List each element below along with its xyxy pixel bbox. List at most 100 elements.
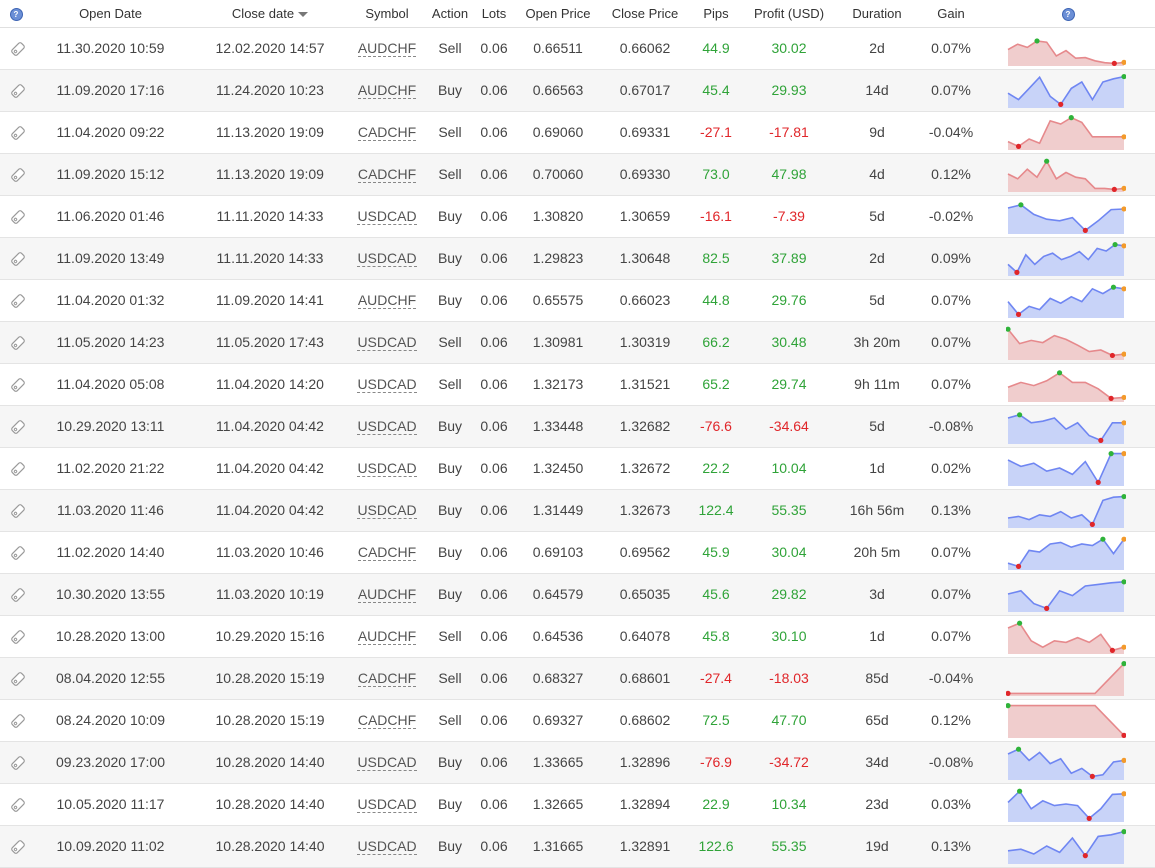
symbol-link[interactable]: USDCAD — [357, 796, 417, 813]
symbol-link[interactable]: USDCAD — [357, 754, 417, 771]
table-row[interactable]: 10.09.2020 11:02 10.28.2020 14:40 USDCAD Bu… — [0, 826, 1155, 868]
tag-icon[interactable] — [9, 712, 27, 730]
symbol-link[interactable]: AUDCHF — [357, 292, 417, 309]
table-row[interactable]: 11.05.2020 14:23 11.05.2020 17:43 USDCAD Se… — [0, 322, 1155, 364]
open-date-cell: 11.05.2020 14:23 — [56, 334, 165, 350]
lots-cell: 0.06 — [480, 670, 508, 686]
tag-icon[interactable] — [9, 40, 27, 58]
table-row[interactable]: 11.02.2020 21:22 11.04.2020 04:42 USDCAD Bu… — [0, 448, 1155, 490]
gain-cell: 0.03% — [931, 796, 971, 812]
table-row[interactable]: 10.28.2020 13:00 10.29.2020 15:16 AUDCHF Se… — [0, 616, 1155, 658]
table-row[interactable]: 11.04.2020 05:08 11.04.2020 14:20 USDCAD Se… — [0, 364, 1155, 406]
tag-icon[interactable] — [9, 292, 27, 310]
tag-icon[interactable] — [9, 250, 27, 268]
gain-cell: 0.07% — [931, 376, 971, 392]
chart-high-point — [1044, 158, 1050, 164]
pips-cell: 72.5 — [702, 712, 730, 728]
open-date-cell: 10.28.2020 13:00 — [56, 628, 165, 644]
tag-icon[interactable] — [9, 754, 27, 772]
symbol-link[interactable]: AUDCHF — [357, 82, 417, 99]
symbol-link[interactable]: USDCAD — [357, 376, 417, 393]
profit-cell: -17.81 — [769, 124, 809, 140]
open-date-cell: 11.30.2020 10:59 — [56, 40, 165, 56]
trade-sparkline — [1007, 788, 1126, 822]
symbol-link[interactable]: USDCAD — [357, 250, 417, 267]
header-close-date[interactable]: Close date — [195, 0, 345, 27]
help-icon[interactable]: ? — [1061, 8, 1075, 22]
lots-cell: 0.06 — [480, 82, 508, 98]
symbol-link[interactable]: CADCHF — [357, 166, 417, 183]
table-row[interactable]: 08.24.2020 10:09 10.28.2020 15:19 CADCHF Se… — [0, 700, 1155, 742]
header-help-cell[interactable]: ? — [0, 0, 32, 27]
pips-cell: -27.4 — [700, 670, 732, 686]
header-lots[interactable]: Lots — [474, 0, 514, 27]
gain-cell: 0.07% — [931, 586, 971, 602]
symbol-link[interactable]: CADCHF — [357, 670, 417, 687]
open-price-cell: 0.66511 — [533, 40, 583, 56]
table-row[interactable]: 11.09.2020 13:49 11.11.2020 14:33 USDCAD Bu… — [0, 238, 1155, 280]
table-row[interactable]: 11.04.2020 09:22 11.13.2020 19:09 CADCHF Se… — [0, 112, 1155, 154]
symbol-link[interactable]: USDCAD — [357, 460, 417, 477]
action-cell: Sell — [438, 712, 462, 728]
symbol-cell: CADCHF — [350, 532, 424, 573]
symbol-link[interactable]: AUDCHF — [357, 40, 417, 57]
profit-cell: 30.48 — [771, 334, 807, 350]
tag-icon[interactable] — [9, 124, 27, 142]
tag-icon[interactable] — [9, 544, 27, 562]
trade-sparkline — [1007, 158, 1126, 192]
tag-icon[interactable] — [9, 166, 27, 184]
symbol-link[interactable]: USDCAD — [357, 208, 417, 225]
header-pips[interactable]: Pips — [688, 0, 744, 27]
symbol-link[interactable]: CADCHF — [357, 544, 417, 561]
symbol-link[interactable]: AUDCHF — [357, 628, 417, 645]
help-icon[interactable]: ? — [9, 8, 23, 22]
table-row[interactable]: 11.02.2020 14:40 11.03.2020 10:46 CADCHF Bu… — [0, 532, 1155, 574]
symbol-cell: USDCAD — [350, 784, 424, 825]
header-close-price[interactable]: Close Price — [604, 0, 686, 27]
table-row[interactable]: 11.04.2020 01:32 11.09.2020 14:41 AUDCHF Bu… — [0, 280, 1155, 322]
tag-icon[interactable] — [9, 586, 27, 604]
header-symbol[interactable]: Symbol — [350, 0, 424, 27]
header-duration[interactable]: Duration — [838, 0, 916, 27]
open-price-cell: 0.65575 — [532, 292, 584, 308]
tag-icon[interactable] — [9, 334, 27, 352]
tag-icon[interactable] — [9, 460, 27, 478]
tag-icon[interactable] — [9, 628, 27, 646]
tag-icon[interactable] — [9, 376, 27, 394]
table-row[interactable]: 11.03.2020 11:46 11.04.2020 04:42 USDCAD Bu… — [0, 490, 1155, 532]
table-row[interactable]: 11.09.2020 17:16 11.24.2020 10:23 AUDCHF Bu… — [0, 70, 1155, 112]
open-date-cell: 11.04.2020 05:08 — [56, 376, 165, 392]
table-row[interactable]: 11.09.2020 15:12 11.13.2020 19:09 CADCHF Se… — [0, 154, 1155, 196]
symbol-link[interactable]: USDCAD — [357, 334, 417, 351]
symbol-link[interactable]: USDCAD — [357, 418, 417, 435]
table-row[interactable]: 10.30.2020 13:55 11.03.2020 10:19 AUDCHF Bu… — [0, 574, 1155, 616]
header-open-price[interactable]: Open Price — [518, 0, 598, 27]
header-open-date[interactable]: Open Date — [38, 0, 183, 27]
table-row[interactable]: 10.05.2020 11:17 10.28.2020 14:40 USDCAD Bu… — [0, 784, 1155, 826]
symbol-link[interactable]: USDCAD — [357, 838, 417, 855]
table-row[interactable]: 08.04.2020 12:55 10.28.2020 15:19 CADCHF Se… — [0, 658, 1155, 700]
tag-icon[interactable] — [9, 670, 27, 688]
tag-icon[interactable] — [9, 502, 27, 520]
tag-icon[interactable] — [9, 82, 27, 100]
table-row[interactable]: 11.30.2020 10:59 12.02.2020 14:57 AUDCHF Se… — [0, 28, 1155, 70]
symbol-link[interactable]: CADCHF — [357, 712, 417, 729]
header-action[interactable]: Action — [426, 0, 474, 27]
header-chart-help-cell[interactable]: ? — [1010, 0, 1126, 27]
gain-cell: 0.07% — [931, 40, 971, 56]
tag-icon[interactable] — [9, 208, 27, 226]
table-row[interactable]: 09.23.2020 17:00 10.28.2020 14:40 USDCAD Bu… — [0, 742, 1155, 784]
header-profit[interactable]: Profit (USD) — [745, 0, 833, 27]
chart-low-point — [1109, 352, 1115, 359]
tag-icon[interactable] — [9, 796, 27, 814]
tag-icon[interactable] — [9, 838, 27, 856]
header-gain[interactable]: Gain — [918, 0, 984, 27]
table-row[interactable]: 10.29.2020 13:11 11.04.2020 04:42 USDCAD Bu… — [0, 406, 1155, 448]
symbol-link[interactable]: CADCHF — [357, 124, 417, 141]
symbol-link[interactable]: AUDCHF — [357, 586, 417, 603]
close-date-cell: 11.09.2020 14:41 — [216, 292, 324, 308]
tag-icon[interactable] — [9, 418, 27, 436]
table-row[interactable]: 11.06.2020 01:46 11.11.2020 14:33 USDCAD Bu… — [0, 196, 1155, 238]
symbol-link[interactable]: USDCAD — [357, 502, 417, 519]
close-date-cell: 11.05.2020 17:43 — [216, 334, 324, 350]
